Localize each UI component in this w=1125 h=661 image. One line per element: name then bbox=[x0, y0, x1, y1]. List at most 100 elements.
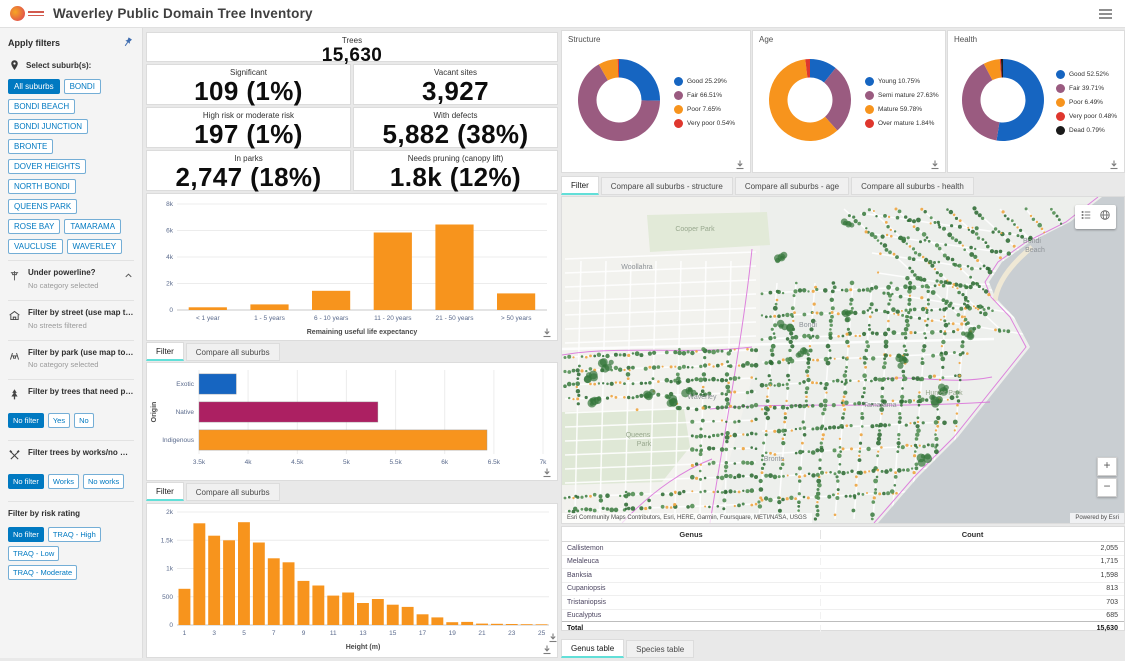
map-label: Waverley bbox=[688, 394, 717, 401]
pin-icon[interactable] bbox=[121, 36, 134, 49]
legend-swatch bbox=[674, 105, 683, 114]
suburb-chip-bondi-beach[interactable]: BONDI BEACH bbox=[8, 99, 75, 114]
basemap-icon[interactable] bbox=[1099, 208, 1111, 226]
origin-chart: 3.5k4k4.5k5k5.5k6k6.5k7kExoticNativeIndi… bbox=[147, 363, 557, 478]
stat-trees: Trees 15,630 bbox=[146, 32, 558, 62]
download-icon[interactable] bbox=[929, 158, 941, 170]
legend-item: Good 25.29% bbox=[674, 77, 735, 86]
svg-text:7k: 7k bbox=[540, 459, 548, 466]
filter-option-no-filter[interactable]: No filter bbox=[8, 474, 44, 489]
filter-option-no-filter[interactable]: No filter bbox=[8, 413, 44, 428]
legend-swatch bbox=[865, 91, 874, 100]
chart-life-expectancy-panel: 02k4k6k8k< 1 year1 - 5 years6 - 10 years… bbox=[146, 193, 558, 341]
count-cell: 1,598 bbox=[821, 572, 1124, 579]
legend-swatch bbox=[865, 119, 874, 128]
download-icon[interactable] bbox=[547, 631, 559, 643]
svg-text:11: 11 bbox=[330, 630, 337, 637]
filter-option-yes[interactable]: Yes bbox=[48, 413, 70, 428]
donut-tabs: FilterCompare all suburbs - structureCom… bbox=[561, 174, 1125, 195]
legend-list-icon[interactable] bbox=[1080, 208, 1092, 226]
hamburger-menu-icon[interactable] bbox=[1096, 4, 1115, 24]
suburb-chip-vaucluse[interactable]: VAUCLUSE bbox=[8, 239, 63, 254]
chevron-up-icon[interactable] bbox=[123, 268, 134, 286]
filter-sections: Under powerline?No category selected Filt… bbox=[8, 260, 134, 588]
stat-with-defects: With defects 5,882 (38%) bbox=[353, 107, 558, 148]
map-zoom-controls: + − bbox=[1097, 457, 1117, 497]
tab-compare-all-suburbs-age[interactable]: Compare all suburbs - age bbox=[735, 177, 849, 195]
apply-filters-label: Apply filters bbox=[8, 38, 60, 48]
filter-option-traq-moderate[interactable]: TRAQ - Moderate bbox=[8, 565, 77, 580]
legend-swatch bbox=[1056, 112, 1065, 121]
table-body: Callistemon2,055Melaleuca1,715Banksia1,5… bbox=[562, 542, 1124, 621]
count-cell: 703 bbox=[821, 599, 1124, 606]
suburb-chip-north-bondi[interactable]: NORTH BONDI bbox=[8, 179, 76, 194]
chart-height-panel: 05001k1.5k2k135791113151719212325Height … bbox=[146, 503, 558, 658]
legend-swatch bbox=[674, 119, 683, 128]
table-row: Callistemon2,055 bbox=[562, 542, 1124, 556]
svg-text:1 - 5 years: 1 - 5 years bbox=[254, 315, 285, 322]
tab-species-table[interactable]: Species table bbox=[626, 640, 694, 658]
filter-option-traq-high[interactable]: TRAQ - High bbox=[48, 527, 101, 542]
download-icon[interactable] bbox=[541, 466, 553, 478]
suburb-chip-waverley[interactable]: WAVERLEY bbox=[67, 239, 123, 254]
table-row: Banksia1,598 bbox=[562, 569, 1124, 583]
tab-genus-table[interactable]: Genus table bbox=[561, 639, 624, 658]
filter-option-works[interactable]: Works bbox=[48, 474, 79, 489]
column-header-genus[interactable]: Genus bbox=[562, 530, 821, 539]
download-icon[interactable] bbox=[1108, 158, 1120, 170]
filter-option-no-filter[interactable]: No filter bbox=[8, 527, 44, 542]
svg-text:4k: 4k bbox=[166, 254, 174, 261]
zoom-in-button[interactable]: + bbox=[1097, 457, 1117, 476]
works-icon bbox=[8, 448, 22, 467]
app-header: Waverley Public Domain Tree Inventory bbox=[0, 0, 1125, 28]
suburb-chip-all-suburbs[interactable]: All suburbs bbox=[8, 79, 60, 94]
legend-swatch bbox=[865, 105, 874, 114]
dashboard-root: Waverley Public Domain Tree Inventory Ap… bbox=[0, 0, 1125, 658]
suburb-chip-bronte[interactable]: BRONTE bbox=[8, 139, 53, 154]
genus-cell: Cupaniopsis bbox=[562, 585, 821, 592]
svg-text:5.5k: 5.5k bbox=[389, 459, 402, 466]
download-icon[interactable] bbox=[541, 643, 553, 655]
suburb-chip-queens-park[interactable]: QUEENS PARK bbox=[8, 199, 77, 214]
map-label: Hunter Park bbox=[925, 390, 963, 397]
genus-cell: Banksia bbox=[562, 572, 821, 579]
svg-text:1.5k: 1.5k bbox=[161, 537, 174, 544]
legend-item: Very poor 0.48% bbox=[1056, 112, 1117, 121]
svg-text:9: 9 bbox=[302, 630, 306, 637]
suburb-chip-bondi[interactable]: BONDI bbox=[64, 79, 101, 94]
download-icon[interactable] bbox=[734, 158, 746, 170]
filter-option-no[interactable]: No bbox=[74, 413, 94, 428]
filter-options: No filter Yes No bbox=[8, 411, 134, 430]
zoom-out-button[interactable]: − bbox=[1097, 478, 1117, 497]
map-canvas[interactable]: WoollahraCooper ParkBondiBeachBondiWaver… bbox=[562, 197, 1124, 523]
tab-filter[interactable]: Filter bbox=[146, 482, 184, 501]
tab-compare-all-suburbs[interactable]: Compare all suburbs bbox=[186, 343, 280, 361]
stat-needs-pruning: Needs pruning (canopy lift) 1.8k (12%) bbox=[353, 150, 558, 191]
count-cell: 813 bbox=[821, 585, 1124, 592]
suburb-chip-tamarama[interactable]: TAMARAMA bbox=[64, 219, 121, 234]
column-header-count[interactable]: Count bbox=[821, 530, 1124, 539]
filter-section: Under powerline?No category selected bbox=[8, 260, 134, 296]
legend-item: Fair 39.71% bbox=[1056, 84, 1117, 93]
filter-option-no-works[interactable]: No works bbox=[83, 474, 124, 489]
count-cell: 2,055 bbox=[821, 545, 1124, 552]
filter-section: Filter by risk ratingNo filterTRAQ - Hig… bbox=[8, 501, 134, 588]
svg-text:6.5k: 6.5k bbox=[488, 459, 501, 466]
stat-label: Trees bbox=[147, 33, 557, 45]
chart-title: Structure bbox=[568, 35, 600, 44]
tab-compare-all-suburbs-structure[interactable]: Compare all suburbs - structure bbox=[601, 177, 733, 195]
tab-filter[interactable]: Filter bbox=[146, 342, 184, 361]
filter-option-traq-low[interactable]: TRAQ - Low bbox=[8, 546, 59, 561]
map-label: Bondi bbox=[799, 322, 817, 329]
suburb-chip-bondi-junction[interactable]: BONDI JUNCTION bbox=[8, 119, 88, 134]
suburb-chip-dover-heights[interactable]: DOVER HEIGHTS bbox=[8, 159, 86, 174]
legend-swatch bbox=[1056, 98, 1065, 107]
tab-compare-all-suburbs-health[interactable]: Compare all suburbs - health bbox=[851, 177, 974, 195]
tab-compare-all-suburbs[interactable]: Compare all suburbs bbox=[186, 483, 280, 501]
svg-text:21: 21 bbox=[478, 630, 486, 637]
tab-filter[interactable]: Filter bbox=[561, 176, 599, 195]
table-row: Eucalyptus685 bbox=[562, 610, 1124, 622]
download-icon[interactable] bbox=[541, 326, 553, 338]
suburb-chip-rose-bay[interactable]: ROSE BAY bbox=[8, 219, 60, 234]
stat-high-risk: High risk or moderate risk 197 (1%) bbox=[146, 107, 351, 148]
